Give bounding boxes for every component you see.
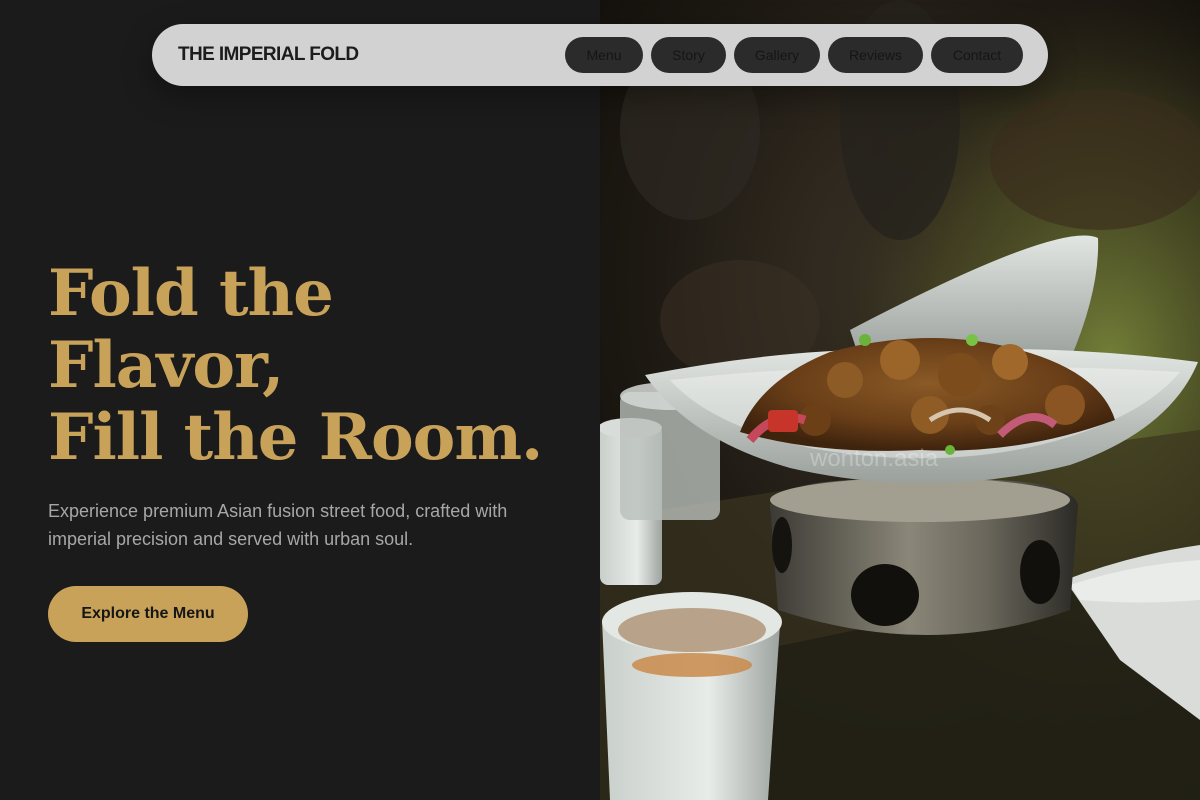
nav-links: Menu Story Gallery Reviews Contact [565,37,1023,73]
top-navbar: THE IMPERIAL FOLD Menu Story Gallery Rev… [152,24,1048,86]
nav-link-reviews[interactable]: Reviews [828,37,923,73]
nav-link-menu[interactable]: Menu [565,37,643,73]
brand-logo[interactable]: THE IMPERIAL FOLD [178,44,565,66]
hero-food-illustration: wonton.asia [600,0,1200,800]
hero-title-line-1: Fold the [48,256,334,331]
nav-link-contact[interactable]: Contact [931,37,1023,73]
explore-menu-button[interactable]: Explore the Menu [48,586,248,642]
hero-food-photo: wonton.asia [600,0,1200,800]
hero-title: Fold the Flavor, Fill the Room. [48,256,543,475]
hero-subtitle: Experience premium Asian fusion street f… [48,501,508,549]
hero-title-line-3: Fill the Room. [48,400,543,475]
nav-link-story[interactable]: Story [651,37,726,73]
hero-title-line-2: Flavor, [48,328,284,403]
photo-watermark: wonton.asia [809,445,939,472]
nav-link-gallery[interactable]: Gallery [734,37,820,73]
